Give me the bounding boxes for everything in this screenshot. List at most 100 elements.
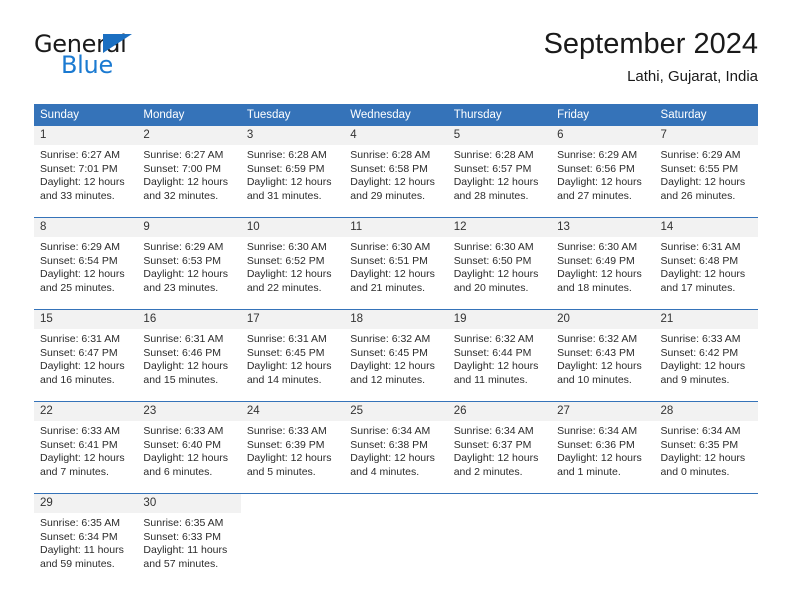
sunset-time: Sunset: 6:51 PM xyxy=(350,254,428,267)
location-subtitle: Lathi, Gujarat, India xyxy=(627,68,758,85)
calendar-day-cell[interactable]: 12 Sunrise: 6:30 AM Sunset: 6:50 PM Dayligh… xyxy=(447,218,552,300)
daylight-duration-line2: and 27 minutes. xyxy=(557,189,632,202)
calendar-day-cell[interactable]: 18 Sunrise: 6:32 AM Sunset: 6:45 PM Dayligh… xyxy=(344,310,448,392)
day-number: 6 xyxy=(551,126,655,145)
calendar-day-cell[interactable]: 7 Sunrise: 6:29 AM Sunset: 6:55 PM Daylight… xyxy=(654,126,758,208)
sunrise-time: Sunrise: 6:34 AM xyxy=(453,425,534,437)
calendar-day-cell[interactable]: 23 Sunrise: 6:33 AM Sunset: 6:40 PM Dayligh… xyxy=(137,402,241,484)
calendar-cell: 19 Sunrise: 6:32 AM Sunset: 6:44 PM Dayligh… xyxy=(447,310,552,393)
sunset-time: Sunset: 6:44 PM xyxy=(453,346,532,359)
daylight-duration-line2: and 33 minutes. xyxy=(40,189,115,202)
calendar-container: Sunday Monday Tuesday Wednesday Thursday… xyxy=(34,104,758,576)
calendar-day-cell[interactable]: 30 Sunrise: 6:35 AM Sunset: 6:33 PM Dayligh… xyxy=(137,494,241,576)
calendar-day-cell[interactable]: 5 Sunrise: 6:28 AM Sunset: 6:57 PM Daylight… xyxy=(447,126,552,208)
sunset-time: Sunset: 6:41 PM xyxy=(40,438,118,451)
day-number xyxy=(241,494,344,513)
week-separator-line xyxy=(34,300,758,310)
day-number: 8 xyxy=(34,218,138,237)
calendar-empty-cell xyxy=(655,494,758,576)
calendar-week-row: 1 Sunrise: 6:27 AM Sunset: 7:01 PM Daylight… xyxy=(34,126,758,208)
daylight-duration-line2: and 32 minutes. xyxy=(143,189,219,202)
calendar-day-cell[interactable]: 14 Sunrise: 6:31 AM Sunset: 6:48 PM Dayligh… xyxy=(654,218,758,300)
calendar-day-cell[interactable]: 6 Sunrise: 6:29 AM Sunset: 6:56 PM Daylight… xyxy=(551,126,655,208)
sunrise-time: Sunrise: 6:31 AM xyxy=(660,241,741,253)
day-number: 14 xyxy=(654,218,758,237)
day-number: 22 xyxy=(34,402,138,421)
calendar-day-cell[interactable]: 9 Sunrise: 6:29 AM Sunset: 6:53 PM Daylight… xyxy=(137,218,241,300)
calendar-day-cell[interactable]: 21 Sunrise: 6:33 AM Sunset: 6:42 PM Dayligh… xyxy=(654,310,758,392)
sunset-time: Sunset: 6:34 PM xyxy=(40,530,118,543)
calendar-day-cell[interactable]: 28 Sunrise: 6:34 AM Sunset: 6:35 PM Dayligh… xyxy=(654,402,758,484)
daylight-duration-line2: and 31 minutes. xyxy=(246,189,322,202)
daylight-duration-line1: Daylight: 12 hours xyxy=(350,176,435,189)
calendar-day-cell[interactable]: 26 Sunrise: 6:34 AM Sunset: 6:37 PM Dayligh… xyxy=(447,402,552,484)
calendar-cell: 30 Sunrise: 6:35 AM Sunset: 6:33 PM Dayligh… xyxy=(137,494,241,577)
day-number: 11 xyxy=(344,218,448,237)
dow-header-wednesday: Wednesday xyxy=(344,104,448,126)
calendar-day-cell[interactable]: 2 Sunrise: 6:27 AM Sunset: 7:00 PM Daylight… xyxy=(137,126,241,208)
calendar-cell: 7 Sunrise: 6:29 AM Sunset: 6:55 PM Daylight… xyxy=(654,126,758,208)
calendar-day-cell[interactable]: 15 Sunrise: 6:31 AM Sunset: 6:47 PM Dayligh… xyxy=(34,310,138,392)
sunrise-time: Sunrise: 6:30 AM xyxy=(350,241,431,253)
calendar-week-row: 29 Sunrise: 6:35 AM Sunset: 6:34 PM Dayligh… xyxy=(34,494,758,577)
daylight-duration-line1: Daylight: 12 hours xyxy=(143,176,229,189)
calendar-day-cell[interactable]: 10 Sunrise: 6:30 AM Sunset: 6:52 PM Dayligh… xyxy=(240,218,345,300)
day-number: 18 xyxy=(344,310,448,329)
day-number xyxy=(551,494,654,513)
calendar-cell: 5 Sunrise: 6:28 AM Sunset: 6:57 PM Daylight… xyxy=(447,126,552,208)
sunset-time: Sunset: 6:57 PM xyxy=(453,162,532,175)
sunset-time: Sunset: 6:52 PM xyxy=(246,254,325,267)
sunrise-time: Sunrise: 6:30 AM xyxy=(453,241,534,253)
sunrise-time: Sunrise: 6:31 AM xyxy=(246,333,327,345)
daylight-duration-line2: and 16 minutes. xyxy=(40,373,115,386)
day-astronomy-info: Sunrise: 6:29 AM Sunset: 6:56 PM Daylight:… xyxy=(551,145,654,203)
calendar-day-cell[interactable]: 17 Sunrise: 6:31 AM Sunset: 6:45 PM Dayligh… xyxy=(240,310,345,392)
sunset-time: Sunset: 6:37 PM xyxy=(453,438,532,451)
calendar-day-cell[interactable]: 20 Sunrise: 6:32 AM Sunset: 6:43 PM Dayligh… xyxy=(551,310,655,392)
daylight-duration-line1: Daylight: 12 hours xyxy=(453,176,539,189)
day-astronomy-info: Sunrise: 6:31 AM Sunset: 6:48 PM Daylight:… xyxy=(655,237,758,295)
daylight-duration-line2: and 21 minutes. xyxy=(350,281,425,294)
sunset-time: Sunset: 6:47 PM xyxy=(40,346,118,359)
sunset-time: Sunset: 6:45 PM xyxy=(350,346,428,359)
calendar-cell: 3 Sunrise: 6:28 AM Sunset: 6:59 PM Daylight… xyxy=(240,126,345,208)
calendar-cell: 22 Sunrise: 6:33 AM Sunset: 6:41 PM Dayligh… xyxy=(34,402,138,485)
calendar-week-row: 8 Sunrise: 6:29 AM Sunset: 6:54 PM Daylight… xyxy=(34,218,758,301)
daylight-duration-line2: and 5 minutes. xyxy=(246,465,316,478)
calendar-day-cell[interactable]: 8 Sunrise: 6:29 AM Sunset: 6:54 PM Daylight… xyxy=(34,218,138,300)
daylight-duration-line1: Daylight: 12 hours xyxy=(660,268,746,281)
day-number: 7 xyxy=(654,126,758,145)
calendar-day-cell[interactable]: 11 Sunrise: 6:30 AM Sunset: 6:51 PM Dayligh… xyxy=(344,218,448,300)
title-block: September 2024 Lathi, Gujarat, India xyxy=(544,26,758,88)
calendar-day-cell[interactable]: 3 Sunrise: 6:28 AM Sunset: 6:59 PM Daylight… xyxy=(240,126,345,208)
calendar-day-cell[interactable]: 27 Sunrise: 6:34 AM Sunset: 6:36 PM Dayligh… xyxy=(551,402,655,484)
calendar-day-cell[interactable]: 29 Sunrise: 6:35 AM Sunset: 6:34 PM Dayligh… xyxy=(34,494,138,576)
day-number: 9 xyxy=(137,218,241,237)
daylight-duration-line2: and 12 minutes. xyxy=(350,373,425,386)
sunset-time: Sunset: 6:36 PM xyxy=(557,438,635,451)
day-astronomy-info: Sunrise: 6:31 AM Sunset: 6:46 PM Daylight:… xyxy=(137,329,240,387)
calendar-cell: 27 Sunrise: 6:34 AM Sunset: 6:36 PM Dayligh… xyxy=(551,402,655,485)
sunset-time: Sunset: 6:53 PM xyxy=(143,254,222,267)
sunrise-time: Sunrise: 6:32 AM xyxy=(350,333,431,345)
calendar-day-cell[interactable]: 13 Sunrise: 6:30 AM Sunset: 6:49 PM Dayligh… xyxy=(551,218,655,300)
day-astronomy-info: Sunrise: 6:28 AM Sunset: 6:59 PM Daylight:… xyxy=(241,145,344,203)
calendar-day-cell[interactable]: 25 Sunrise: 6:34 AM Sunset: 6:38 PM Dayligh… xyxy=(344,402,448,484)
calendar-empty-cell xyxy=(551,494,654,576)
calendar-day-cell[interactable]: 22 Sunrise: 6:33 AM Sunset: 6:41 PM Dayligh… xyxy=(34,402,138,484)
sunset-time: Sunset: 6:50 PM xyxy=(453,254,532,267)
day-number: 4 xyxy=(344,126,448,145)
general-blue-logo[interactable]: General Blue xyxy=(34,30,214,82)
week-separator-line xyxy=(34,208,758,218)
sunset-time: Sunset: 7:00 PM xyxy=(143,162,222,175)
calendar-day-cell[interactable]: 4 Sunrise: 6:28 AM Sunset: 6:58 PM Daylight… xyxy=(344,126,448,208)
sunrise-time: Sunrise: 6:33 AM xyxy=(660,333,741,345)
day-number xyxy=(655,494,758,513)
day-astronomy-info: Sunrise: 6:33 AM Sunset: 6:42 PM Daylight:… xyxy=(655,329,758,387)
calendar-day-cell[interactable]: 1 Sunrise: 6:27 AM Sunset: 7:01 PM Daylight… xyxy=(34,126,138,208)
calendar-cell: 2 Sunrise: 6:27 AM Sunset: 7:00 PM Daylight… xyxy=(137,126,241,208)
calendar-day-cell[interactable]: 24 Sunrise: 6:33 AM Sunset: 6:39 PM Dayligh… xyxy=(240,402,345,484)
calendar-day-cell[interactable]: 19 Sunrise: 6:32 AM Sunset: 6:44 PM Dayligh… xyxy=(447,310,552,392)
sunset-time: Sunset: 6:43 PM xyxy=(557,346,635,359)
calendar-day-cell[interactable]: 16 Sunrise: 6:31 AM Sunset: 6:46 PM Dayligh… xyxy=(137,310,241,392)
